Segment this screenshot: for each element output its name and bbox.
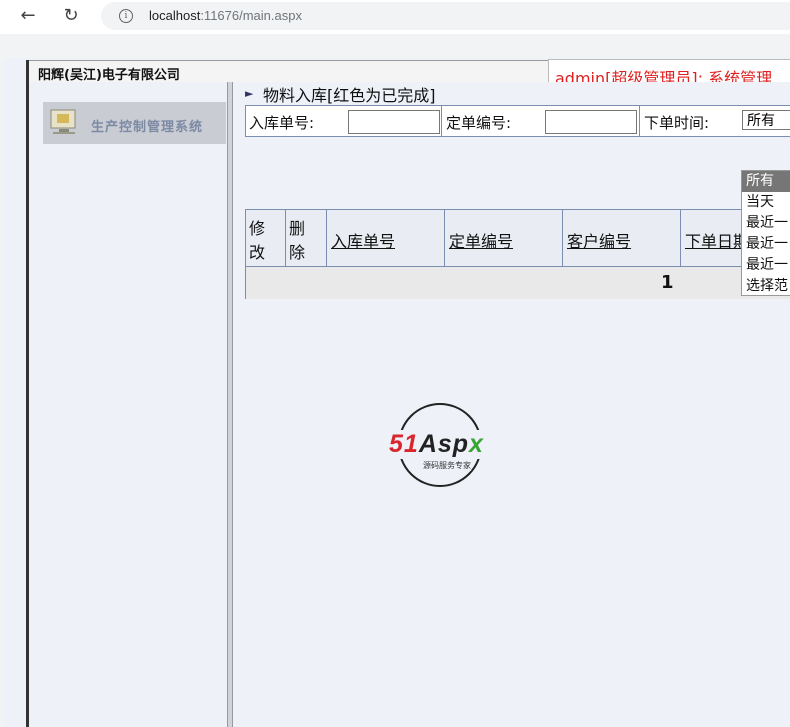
receipt-no-input[interactable] — [348, 110, 440, 134]
page-number[interactable]: 1 — [661, 272, 674, 293]
col-order-no-header[interactable]: 定单编号 — [445, 210, 563, 266]
main-content: ► 物料入库[红色为已完成] 入库单号: 定单编号: 下单时间: 所有 修 改 … — [233, 82, 790, 727]
info-icon[interactable]: i — [119, 9, 133, 23]
col-delete-header: 删 除 — [286, 210, 327, 266]
col-edit-header-line1: 修 — [249, 219, 266, 238]
arrow-bullet-icon: ► — [245, 87, 254, 100]
sidebar: 生产控制管理系统 — [29, 82, 227, 727]
order-time-select[interactable]: 所有 — [742, 110, 790, 130]
system-logo[interactable]: 生产控制管理系统 — [43, 102, 226, 144]
url-host: localhost — [149, 8, 201, 23]
brand-x: x — [469, 430, 484, 458]
sort-receipt-no-link[interactable]: 入库单号 — [331, 228, 395, 252]
sort-order-date-link[interactable]: 下单日期 — [685, 228, 749, 252]
order-no-label: 定单编号: — [446, 114, 512, 132]
company-name: 阳辉(吴江)电子有限公司 — [38, 68, 180, 83]
option-recent-2[interactable]: 最近一 — [742, 234, 790, 255]
system-name: 生产控制管理系统 — [91, 120, 204, 135]
watermark-tagline: 源码服务专家 — [423, 460, 471, 471]
sort-order-no-link[interactable]: 定单编号 — [449, 228, 513, 252]
col-edit-header-line2: 改 — [249, 243, 266, 262]
option-recent-1[interactable]: 最近一 — [742, 213, 790, 234]
back-arrow-icon[interactable]: ← — [15, 5, 41, 27]
data-grid: 修 改 删 除 入库单号 定单编号 客户编号 下单日期 1 — [245, 209, 790, 299]
page-top-strip — [4, 34, 790, 58]
col-customer-no-header[interactable]: 客户编号 — [563, 210, 681, 266]
url-path: :11676/main.aspx — [200, 8, 302, 23]
order-no-input[interactable] — [545, 110, 637, 134]
brand-asp: Asp — [418, 430, 470, 458]
computer-icon — [50, 109, 76, 134]
option-custom-range[interactable]: 选择范 — [742, 276, 790, 297]
reload-icon[interactable]: ↻ — [58, 5, 84, 27]
receipt-no-cell: 入库单号: — [246, 106, 442, 136]
order-no-cell: 定单编号: — [442, 106, 640, 136]
option-today[interactable]: 当天 — [742, 192, 790, 213]
receipt-no-label: 入库单号: — [249, 114, 315, 132]
browser-toolbar: ← ↻ i localhost:11676/main.aspx — [0, 0, 790, 34]
option-recent-3[interactable]: 最近一 — [742, 255, 790, 276]
watermark-logo: 51Aspx 源码服务专家 — [381, 400, 511, 496]
brand-51: 51 — [389, 430, 419, 458]
pager-row: 1 — [246, 266, 790, 299]
col-edit-header: 修 改 — [246, 210, 286, 266]
url-text: localhost:11676/main.aspx — [149, 8, 302, 23]
top-header: 阳辉(吴江)电子有限公司 admin[超级管理员]: 系统管理 — [29, 59, 790, 88]
col-delete-header-line2: 除 — [289, 243, 306, 262]
order-time-label: 下单时间: — [644, 114, 710, 132]
watermark-brand: 51Aspx — [387, 430, 486, 459]
option-all[interactable]: 所有 — [742, 171, 790, 192]
page: 阳辉(吴江)电子有限公司 admin[超级管理员]: 系统管理 生产控制管理系统… — [4, 34, 790, 727]
col-delete-header-line1: 删 — [289, 219, 306, 238]
page-title: 物料入库[红色为已完成] — [263, 86, 436, 105]
order-time-dropdown[interactable]: 所有 当天 最近一 最近一 最近一 选择范 — [741, 170, 790, 296]
address-bar[interactable]: i localhost:11676/main.aspx — [101, 2, 790, 30]
sort-customer-no-link[interactable]: 客户编号 — [567, 228, 631, 252]
search-form: 入库单号: 定单编号: 下单时间: 所有 — [245, 105, 790, 137]
col-receipt-no-header[interactable]: 入库单号 — [327, 210, 445, 266]
